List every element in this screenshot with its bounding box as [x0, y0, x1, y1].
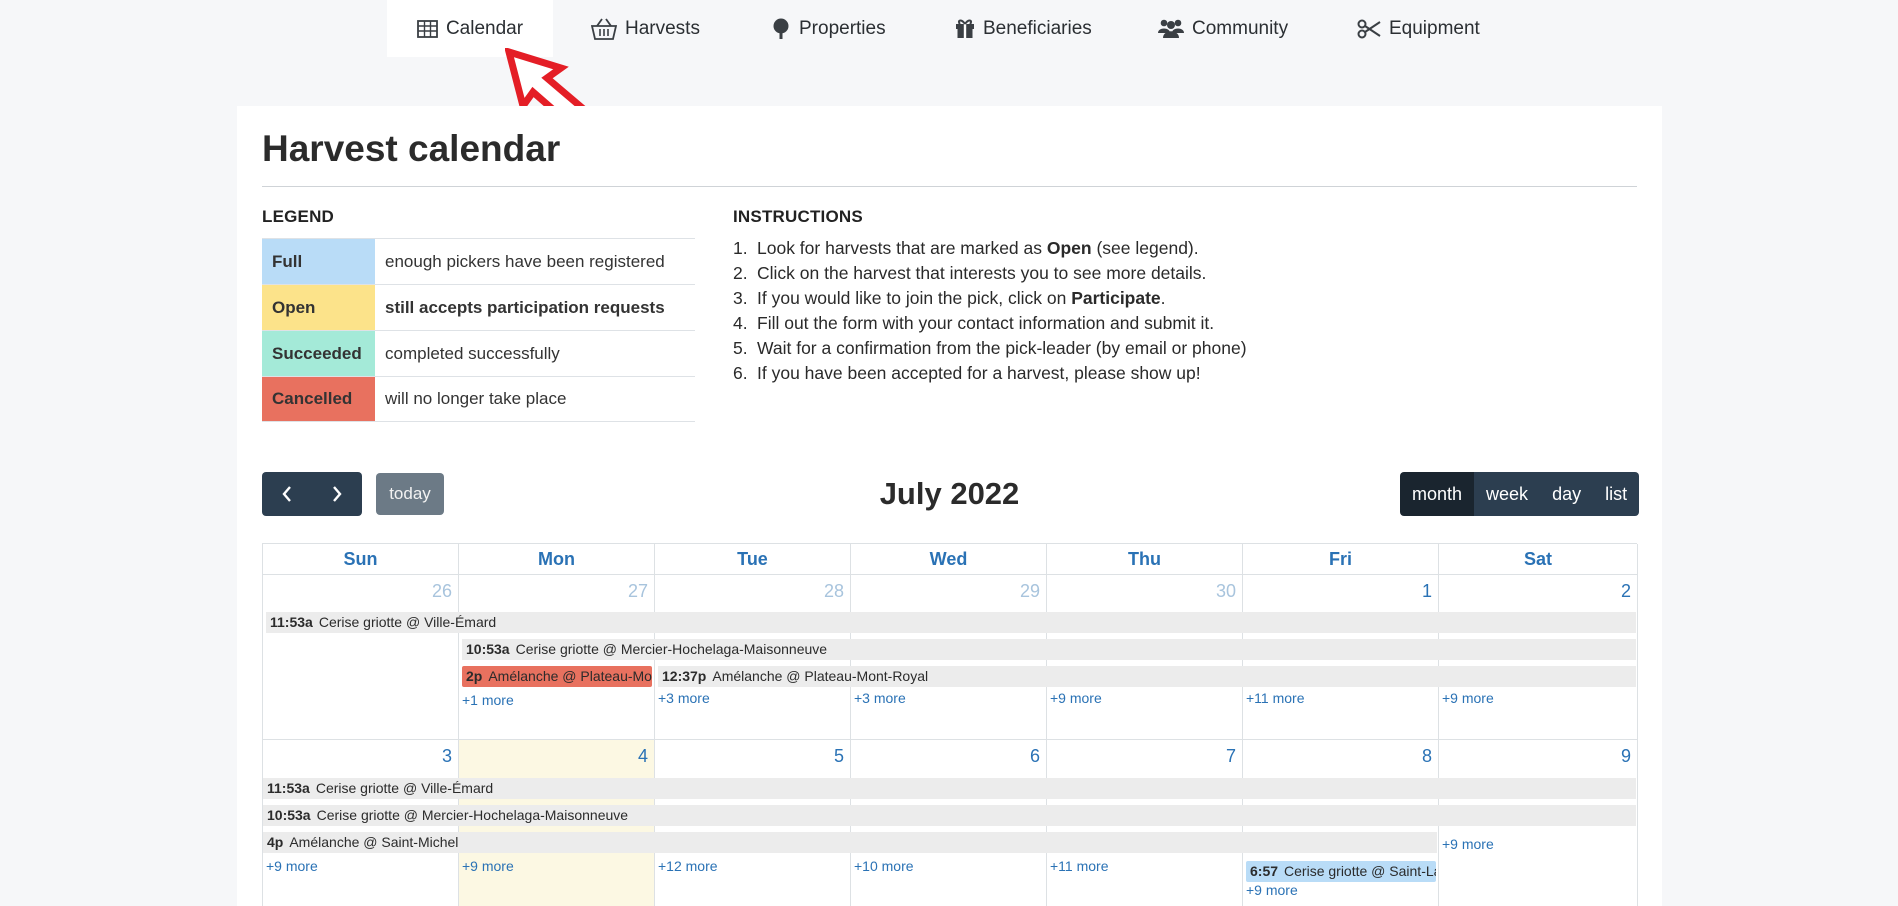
more-link[interactable]: +9 more — [1246, 882, 1298, 898]
more-link[interactable]: +9 more — [462, 858, 514, 874]
weekday-header: Sat — [1439, 544, 1638, 574]
legend-row-full: Full enough pickers have been registered — [262, 238, 695, 284]
weekday-header: Sun — [263, 544, 459, 574]
legend-row-open: Open still accepts participation request… — [262, 284, 695, 330]
day-number: 1 — [1421, 581, 1432, 601]
view-month-button[interactable]: month — [1400, 472, 1475, 516]
more-link[interactable]: +9 more — [1442, 836, 1494, 852]
calendar-event-full[interactable]: 6:57Cerise griotte @ Saint-Laurent — [1246, 861, 1436, 882]
week-row: 26 27 28 29 30 1 2 11:53a Cerise griotte … — [263, 574, 1638, 739]
view-list-button[interactable]: list — [1593, 472, 1640, 516]
nav-tab-label: Beneficiaries — [983, 17, 1092, 39]
users-icon — [1158, 18, 1184, 39]
day-number: 30 — [1215, 581, 1236, 601]
more-link[interactable]: +3 more — [658, 690, 710, 706]
view-day-button[interactable]: day — [1540, 472, 1594, 516]
day-number: 2 — [1620, 581, 1631, 601]
calendar-event[interactable]: 10:53a Cerise griotte @ Mercier-Hochelaga… — [462, 639, 1636, 660]
calendar-event[interactable]: 11:53a Cerise griotte @ Ville-Émard — [263, 778, 1636, 799]
weekday-header: Fri — [1243, 544, 1439, 574]
day-cell[interactable]: 26 — [263, 575, 459, 739]
nav-tab-label: Equipment — [1389, 17, 1480, 39]
more-link[interactable]: +1 more — [462, 692, 514, 708]
weekday-header: Wed — [851, 544, 1047, 574]
more-link[interactable]: +3 more — [854, 690, 906, 706]
legend-key: Cancelled — [262, 377, 375, 421]
legend-heading: LEGEND — [262, 207, 335, 226]
instruction-item: 6. If you have been accepted for a harves… — [733, 363, 1201, 383]
nav-tab-harvests[interactable]: Harvests — [591, 0, 700, 57]
nav-tab-label: Community — [1192, 17, 1289, 39]
day-number: 4 — [637, 746, 648, 766]
day-number: 6 — [1029, 746, 1040, 766]
day-number: 28 — [823, 581, 844, 601]
calendar-grid: Sun Mon Tue Wed Thu Fri Sat 26 27 28 29 … — [262, 543, 1638, 906]
day-number: 3 — [441, 746, 452, 766]
day-number: 29 — [1019, 581, 1040, 601]
view-week-button[interactable]: week — [1474, 472, 1541, 516]
day-number: 7 — [1225, 746, 1236, 766]
divider — [262, 186, 1637, 187]
nav-tab-label: Harvests — [625, 17, 700, 39]
day-number: 26 — [431, 581, 452, 601]
legend-row-succeeded: Succeeded completed successfully — [262, 330, 695, 376]
instruction-item: 3. If you would like to join the pick, cl… — [733, 288, 1166, 308]
more-link[interactable]: +12 more — [658, 858, 718, 874]
week-row: 3 4 5 6 7 8 9 11:53a Cerise griotte @ Vil… — [263, 739, 1638, 906]
calendar-event[interactable]: 11:53a Cerise griotte @ Ville-Émard — [266, 612, 1636, 633]
instruction-item: 2. Click on the harvest that interests yo… — [733, 263, 1207, 283]
weekday-header: Thu — [1047, 544, 1243, 574]
legend-desc: completed successfully — [385, 343, 560, 363]
calendar-event[interactable]: 4p Amélanche @ Saint-Michel — [263, 832, 1437, 853]
legend-row-cancelled: Cancelled will no longer take place — [262, 376, 695, 422]
nav-tab-equipment[interactable]: Equipment — [1357, 0, 1480, 57]
more-link[interactable]: +11 more — [1246, 690, 1305, 706]
legend-desc: will no longer take place — [385, 389, 567, 408]
instructions-heading: INSTRUCTIONS — [733, 207, 863, 226]
view-switcher: month week day list — [1400, 472, 1640, 516]
nav-tab-properties[interactable]: Properties — [771, 0, 886, 57]
more-link[interactable]: +11 more — [1050, 858, 1109, 874]
instruction-item: 1. Look for harvests that are marked as O… — [733, 238, 1199, 258]
more-link[interactable]: +10 more — [854, 858, 914, 874]
nav-tab-community[interactable]: Community — [1158, 0, 1288, 57]
day-number: 5 — [833, 746, 844, 766]
legend-desc: still accepts participation requests — [385, 297, 665, 317]
nav-tab-label: Properties — [799, 17, 886, 39]
gift-icon — [955, 18, 975, 39]
legend-key: Open — [262, 285, 375, 330]
more-link[interactable]: +9 more — [266, 858, 318, 874]
table-icon — [417, 19, 438, 38]
day-number: 8 — [1421, 746, 1432, 766]
main-card: Harvest calendar LEGEND Full enough pick… — [237, 106, 1662, 906]
weekday-header: Mon — [459, 544, 655, 574]
calendar-event[interactable]: 10:53a Cerise griotte @ Mercier-Hochelaga… — [263, 805, 1636, 826]
instruction-item: 5. Wait for a confirmation from the pick-… — [733, 338, 1247, 358]
day-number: 27 — [627, 581, 648, 601]
legend-table: Full enough pickers have been registered… — [262, 238, 695, 422]
legend-key: Succeeded — [262, 331, 375, 376]
scissors-icon — [1357, 19, 1381, 39]
legend-key: Full — [262, 239, 375, 284]
calendar-event[interactable]: 12:37p Amélanche @ Plateau-Mont-Royal — [658, 666, 1636, 687]
page-title: Harvest calendar — [262, 128, 561, 169]
more-link[interactable]: +9 more — [1442, 690, 1494, 706]
instruction-item: 4. Fill out the form with your contact in… — [733, 313, 1215, 333]
basket-icon — [591, 17, 617, 40]
nav-tab-label: Calendar — [445, 17, 524, 39]
top-navigation: Calendar Harvests Properties Beneficiari… — [0, 0, 1898, 57]
nav-tab-calendar[interactable]: Calendar — [387, 0, 553, 57]
tree-icon — [771, 18, 791, 40]
weekday-header: Tue — [655, 544, 851, 574]
day-number: 9 — [1620, 746, 1631, 766]
nav-tab-beneficiaries[interactable]: Beneficiaries — [955, 0, 1092, 57]
instructions-list: 1. Look for harvests that are marked as O… — [733, 238, 1433, 388]
more-link[interactable]: +9 more — [1050, 690, 1102, 706]
legend-desc: enough pickers have been registered — [385, 251, 665, 271]
calendar-event-cancelled[interactable]: 2pAmélanche @ Plateau-Mont-Royal — [462, 666, 652, 687]
